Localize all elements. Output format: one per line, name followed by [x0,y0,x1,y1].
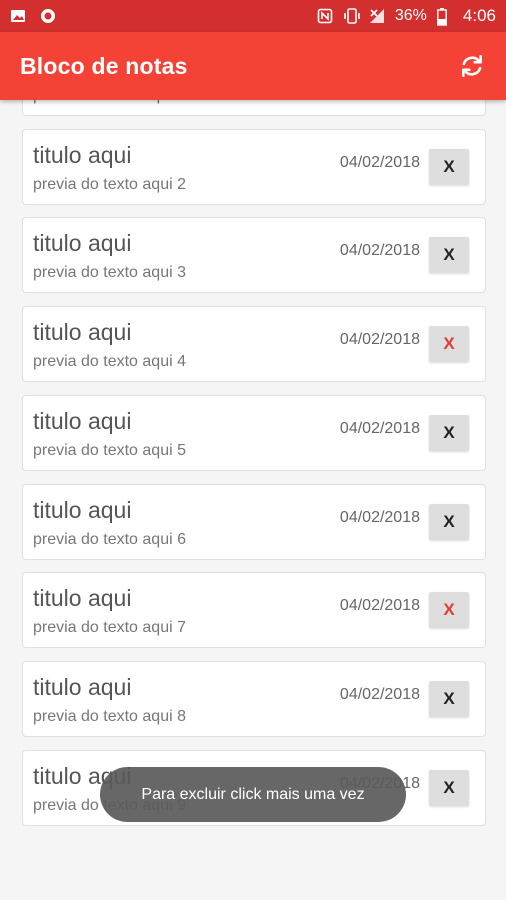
note-title: titulo aqui [33,674,132,700]
note-date: 04/02/2018 [339,597,420,614]
note-title: titulo aqui [33,230,132,256]
note-preview: previa do texto aqui 5 [33,442,186,459]
note-date: 04/02/2018 [339,686,420,703]
note-card[interactable]: titulo aqui previa do texto aqui 8 04/02/2… [22,661,486,737]
note-preview: previa do texto aqui 8 [33,708,186,725]
note-card[interactable]: titulo aqui previa do texto aqui 2 04/02/2… [22,129,486,205]
note-title: titulo aqui [33,585,132,611]
note-date: 04/02/2018 [339,509,420,526]
note-preview: previa do texto aqui 4 [33,353,186,370]
note-date: 04/02/2018 [339,242,420,259]
note-title: titulo aqui [33,142,132,168]
note-date: 04/02/2018 [339,154,420,171]
note-date: 04/02/2018 [339,331,420,348]
app-title: Bloco de notas [20,52,188,79]
delete-note-button[interactable]: X [429,770,469,806]
note-card[interactable]: titulo aqui previa do texto aqui 3 04/02/2… [22,217,486,293]
note-title: titulo aqui [33,497,132,523]
toast-message: Para excluir click mais uma vez [100,767,406,822]
note-card[interactable]: titulo aqui previa do texto aqui 6 04/02/2… [22,484,486,560]
delete-note-button[interactable]: X [429,415,469,451]
note-card[interactable]: titulo aqui previa do texto aqui 7 04/02/2… [22,572,486,648]
note-date: 04/02/2018 [339,420,420,437]
app-bar: Bloco de notas [0,32,506,100]
note-card[interactable]: titulo aqui previa do texto aqui 5 04/02/2… [22,395,486,471]
note-card[interactable]: titulo aqui previa do texto aqui 4 04/02/2… [22,306,486,382]
note-preview: previa do texto aqui 3 [33,264,186,281]
delete-note-button[interactable]: X [429,504,469,540]
delete-note-button[interactable]: X [429,681,469,717]
delete-note-button[interactable]: X [429,149,469,185]
refresh-icon[interactable] [458,52,486,80]
note-preview: previa do texto aqui 6 [33,531,186,548]
note-preview: previa do texto aqui 2 [33,176,186,193]
note-title: titulo aqui [33,319,132,345]
note-preview: previa do texto aqui 7 [33,619,186,636]
delete-note-button[interactable]: X [429,237,469,273]
note-title: titulo aqui [33,408,132,434]
delete-note-button[interactable]: X [429,326,469,362]
delete-note-button[interactable]: X [429,592,469,628]
notes-list[interactable]: titulo aquiprevia do texto aqui 104/02/2… [0,0,506,900]
